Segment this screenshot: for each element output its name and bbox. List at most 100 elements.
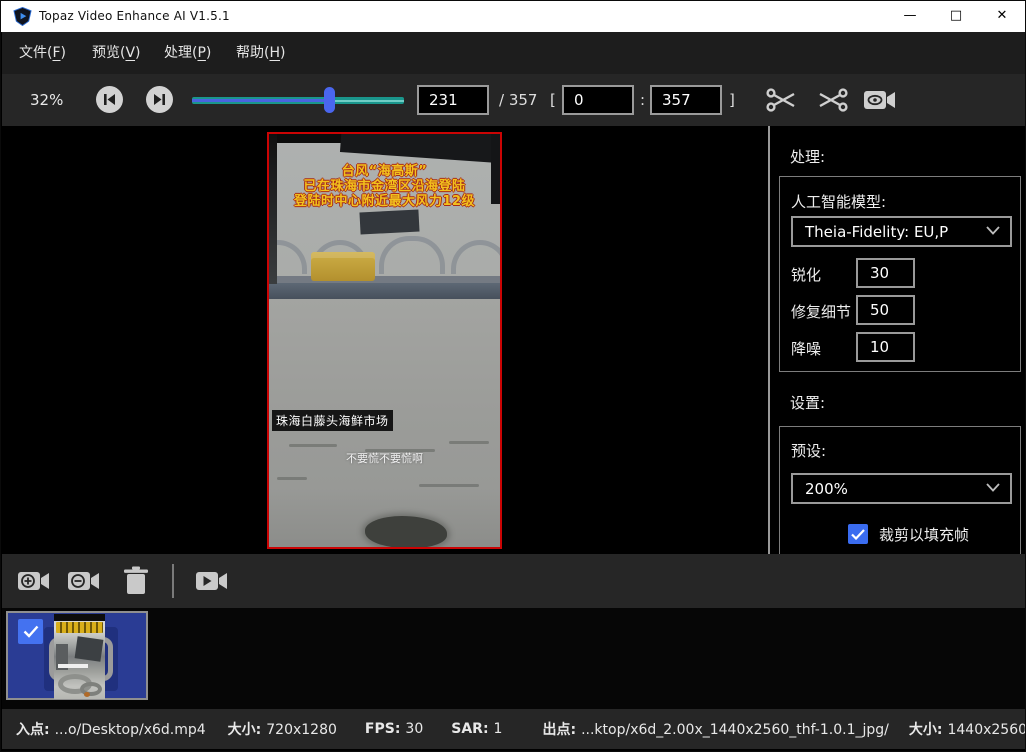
video-action-bar bbox=[2, 554, 1026, 608]
video-debris bbox=[365, 516, 447, 548]
status-bar: 入点:...o/Desktop/x6d.mp4 大小:720x1280 FPS:… bbox=[2, 709, 1026, 749]
overlay-title-line1: 台风“海高斯” bbox=[269, 164, 500, 179]
app-logo-icon bbox=[13, 7, 32, 26]
main-area: 台风“海高斯” 已在珠海市金湾区沿海登陆 登陆时中心附近最大风力12级 珠海白藤… bbox=[2, 126, 1026, 554]
process-video-icon bbox=[195, 568, 229, 594]
ai-model-value: Theia-Fidelity: EU,P bbox=[805, 223, 948, 241]
mini-dark-shape bbox=[75, 636, 104, 661]
menu-preview[interactable]: 预览(V) bbox=[88, 32, 145, 74]
close-button[interactable]: ✕ bbox=[979, 1, 1025, 32]
maximize-button[interactable]: □ bbox=[933, 1, 979, 32]
preview-camera-icon bbox=[863, 88, 897, 112]
mini-caption-smudge bbox=[58, 664, 88, 668]
settings-panel: 处理: 人工智能模型: Theia-Fidelity: EU,P 锐化 修复细节 bbox=[768, 126, 1026, 554]
video-caption: 不要慌不要慌啊 bbox=[269, 450, 500, 466]
cut-icon bbox=[766, 86, 798, 114]
video-overlay-title: 台风“海高斯” 已在珠海市金湾区沿海登陆 登陆时中心附近最大风力12级 bbox=[269, 164, 500, 209]
preset-value: 200% bbox=[805, 480, 848, 498]
bridge-arch bbox=[451, 240, 502, 274]
status-fps: FPS:30 bbox=[365, 721, 423, 737]
split-button[interactable] bbox=[815, 85, 849, 115]
video-preview[interactable]: 台风“海高斯” 已在珠海市金湾区沿海登陆 登陆时中心附近最大风力12级 珠海白藤… bbox=[267, 132, 502, 549]
video-mini-thumbnail bbox=[54, 614, 105, 699]
preset-dropdown[interactable]: 200% bbox=[791, 473, 1012, 504]
actionbar-divider bbox=[172, 564, 174, 598]
sharpen-input[interactable] bbox=[856, 258, 915, 288]
title-bar: Topaz Video Enhance AI V1.5.1 — □ ✕ bbox=[1, 1, 1025, 32]
preset-group: 预设: 200% 裁剪以填充帧 bbox=[779, 426, 1021, 554]
water-streak bbox=[277, 477, 307, 480]
menu-process[interactable]: 处理(P) bbox=[160, 32, 215, 74]
range-open-bracket: [ bbox=[550, 91, 556, 109]
app-window: Topaz Video Enhance AI V1.5.1 — □ ✕ 文件(F… bbox=[0, 0, 1026, 752]
chevron-down-icon bbox=[986, 226, 1000, 235]
denoise-row: 降噪 bbox=[791, 332, 1011, 362]
status-output-size: 大小:1440x2560 bbox=[909, 719, 1026, 739]
video-guardrail bbox=[269, 283, 500, 299]
trim-cut-button[interactable] bbox=[765, 85, 799, 115]
status-sar: SAR:1 bbox=[451, 721, 502, 737]
crop-to-fill-label: 裁剪以填充帧 bbox=[879, 524, 969, 545]
remove-video-button[interactable] bbox=[67, 566, 101, 596]
status-input-size: 大小:720x1280 bbox=[228, 719, 337, 739]
menu-file[interactable]: 文件(F) bbox=[15, 32, 70, 74]
preset-label: 预设: bbox=[791, 440, 826, 461]
denoise-input[interactable] bbox=[856, 332, 915, 362]
range-start-input[interactable] bbox=[562, 85, 634, 115]
frame-total-label: / 357 bbox=[499, 91, 537, 109]
menu-bar: 文件(F) 预览(V) 处理(P) 帮助(H) bbox=[2, 32, 1026, 74]
mini-title-smudge bbox=[56, 622, 103, 633]
video-dark-wiper bbox=[340, 132, 502, 164]
water-streak bbox=[289, 444, 337, 447]
delete-icon bbox=[123, 566, 149, 596]
menu-help[interactable]: 帮助(H) bbox=[232, 32, 289, 74]
remove-video-icon bbox=[67, 568, 101, 594]
video-location-label: 珠海白藤头海鲜市场 bbox=[272, 410, 393, 431]
range-end-input[interactable] bbox=[650, 85, 722, 115]
bridge-arch bbox=[379, 236, 445, 274]
water-streak bbox=[449, 441, 489, 444]
restore-detail-row: 修复细节 bbox=[791, 295, 1011, 325]
thumbnail-checkbox[interactable] bbox=[18, 619, 43, 644]
crop-to-fill-checkbox[interactable] bbox=[848, 524, 868, 544]
video-left-edge bbox=[269, 134, 277, 284]
skip-start-icon bbox=[103, 93, 116, 106]
status-input-path: 入点:...o/Desktop/x6d.mp4 bbox=[16, 719, 206, 739]
window-title: Topaz Video Enhance AI V1.5.1 bbox=[39, 9, 230, 23]
overlay-title-line2: 已在珠海市金湾区沿海登陆 bbox=[269, 179, 500, 194]
timeline-slider[interactable] bbox=[192, 87, 404, 113]
slider-progress bbox=[192, 99, 329, 102]
status-output-path: 出点:...ktop/x6d_2.00x_1440x2560_thf-1.0.1… bbox=[542, 719, 888, 739]
range-separator: : bbox=[640, 91, 645, 109]
overlay-title-line3: 登陆时中心附近最大风力12级 bbox=[269, 194, 500, 209]
sharpen-row: 锐化 bbox=[791, 258, 1011, 288]
restore-detail-input[interactable] bbox=[856, 295, 915, 325]
skip-to-start-button[interactable] bbox=[96, 86, 123, 113]
delete-video-button[interactable] bbox=[119, 566, 153, 596]
water-streak bbox=[419, 484, 479, 487]
skip-to-end-button[interactable] bbox=[146, 86, 173, 113]
add-video-button[interactable] bbox=[17, 566, 51, 596]
video-yellow-truck bbox=[311, 252, 375, 281]
crop-to-fill-row: 裁剪以填充帧 bbox=[848, 523, 969, 545]
processing-section-title: 处理: bbox=[790, 146, 825, 167]
minimize-button[interactable]: — bbox=[887, 1, 933, 32]
thumbnail-strip bbox=[2, 608, 1026, 709]
playback-toolbar: 32% / 357 [ : ] bbox=[2, 74, 1026, 126]
mini-orange-dot bbox=[84, 692, 90, 697]
split-icon bbox=[816, 86, 848, 114]
chevron-down-icon bbox=[986, 483, 1000, 492]
settings-section-title: 设置: bbox=[790, 392, 825, 413]
mini-top-bar bbox=[54, 614, 105, 621]
preview-button[interactable] bbox=[863, 85, 897, 115]
check-icon bbox=[851, 529, 865, 540]
current-frame-input[interactable] bbox=[417, 85, 489, 115]
ai-model-label: 人工智能模型: bbox=[791, 191, 886, 212]
add-video-icon bbox=[17, 568, 51, 594]
slider-handle[interactable] bbox=[324, 87, 335, 113]
video-hanging-sign bbox=[359, 209, 419, 234]
denoise-label: 降噪 bbox=[791, 338, 821, 359]
video-thumbnail-tile[interactable] bbox=[6, 611, 148, 700]
process-video-button[interactable] bbox=[195, 566, 229, 596]
ai-model-dropdown[interactable]: Theia-Fidelity: EU,P bbox=[791, 216, 1012, 247]
